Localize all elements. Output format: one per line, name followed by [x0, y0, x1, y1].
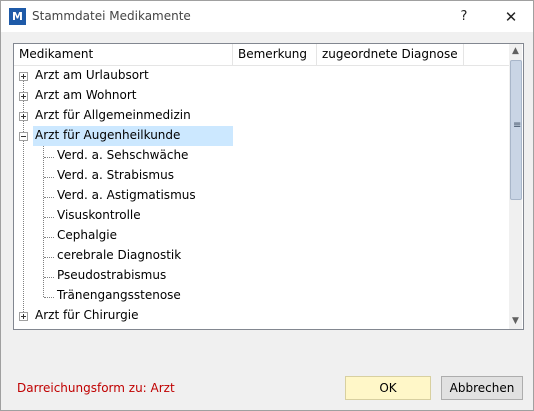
- tree-node-label: Verd. a. Strabismus: [57, 168, 174, 182]
- expand-plus-icon[interactable]: [19, 72, 28, 81]
- tree-node-label: Pseudostrabismus: [57, 268, 167, 282]
- tree-node-label: Tränengangsstenose: [57, 288, 181, 302]
- cancel-button[interactable]: Abbrechen: [441, 376, 523, 400]
- expand-plus-icon[interactable]: [19, 92, 28, 101]
- tree-node-label: Visuskontrolle: [57, 208, 141, 222]
- dialog-window: M Stammdatei Medikamente ? ✕ Medikament …: [0, 0, 534, 411]
- tree-node-label: Arzt für Allgemeinmedizin: [35, 108, 191, 122]
- tree-line: [44, 177, 54, 178]
- tree-node-label: Arzt am Wohnort: [35, 88, 137, 102]
- ok-button[interactable]: OK: [345, 376, 431, 400]
- tree-line: [43, 145, 44, 297]
- column-header-diagnose[interactable]: zugeordnete Diagnose: [317, 44, 464, 65]
- status-message: Darreichungsform zu: Arzt: [17, 381, 175, 395]
- tree-line: [44, 257, 54, 258]
- tree-node-label: Arzt für Chirurgie: [35, 308, 139, 322]
- tree-node-label: Arzt für Augenheilkunde: [35, 128, 181, 142]
- scroll-grip-icon: ≡: [513, 120, 522, 131]
- tree-node-arzt-wohnort[interactable]: Arzt am Wohnort: [14, 86, 234, 106]
- tree-node-cephalgie[interactable]: Cephalgie: [55, 226, 119, 246]
- close-button[interactable]: ✕: [496, 5, 526, 29]
- column-header-medikament[interactable]: Medikament: [14, 44, 233, 65]
- tree-node-astigmatismus[interactable]: Verd. a. Astigmatismus: [55, 186, 198, 206]
- expand-plus-icon[interactable]: [19, 312, 28, 321]
- tree-line: [44, 217, 54, 218]
- tree-node-label: Verd. a. Astigmatismus: [57, 188, 196, 202]
- tree-node-label: Arzt am Urlaubsort: [35, 68, 149, 82]
- title-bar: M Stammdatei Medikamente ? ✕: [1, 1, 533, 32]
- tree-node-arzt-allgemeinmedizin[interactable]: Arzt für Allgemeinmedizin: [14, 106, 234, 126]
- app-logo-icon: M: [9, 8, 26, 25]
- vertical-scrollbar[interactable]: ▲ ≡ ▼: [509, 44, 522, 329]
- tree-node-label: Cephalgie: [57, 228, 118, 242]
- tree-node-pseudostrabismus[interactable]: Pseudostrabismus: [55, 266, 168, 286]
- tree-header: Medikament Bemerkung zugeordnete Diagnos…: [14, 44, 509, 66]
- tree-line: [44, 197, 54, 198]
- tree-node-sehschwaeche[interactable]: Verd. a. Sehschwäche: [55, 146, 190, 166]
- collapse-minus-icon[interactable]: [19, 132, 28, 141]
- tree-node-label: Verd. a. Sehschwäche: [57, 148, 189, 162]
- scroll-down-icon[interactable]: ▼: [509, 314, 522, 329]
- window-title: Stammdatei Medikamente: [32, 9, 191, 23]
- medication-tree[interactable]: Medikament Bemerkung zugeordnete Diagnos…: [13, 43, 524, 330]
- tree-node-cerebrale-diagnostik[interactable]: cerebrale Diagnostik: [55, 246, 183, 266]
- scroll-up-icon[interactable]: ▲: [509, 44, 522, 59]
- tree-node-visuskontrolle[interactable]: Visuskontrolle: [55, 206, 143, 226]
- tree-line: [44, 277, 54, 278]
- expand-plus-icon[interactable]: [19, 112, 28, 121]
- tree-node-arzt-chirurgie[interactable]: Arzt für Chirurgie: [14, 306, 234, 326]
- tree-node-arzt-augenheilkunde[interactable]: Arzt für Augenheilkunde: [14, 126, 234, 146]
- tree-node-label: cerebrale Diagnostik: [57, 248, 182, 262]
- tree-node-arzt-urlaubsort[interactable]: Arzt am Urlaubsort: [14, 66, 234, 86]
- help-button[interactable]: ?: [449, 5, 479, 29]
- tree-line: [44, 297, 54, 298]
- scrollbar-thumb[interactable]: ≡: [510, 60, 522, 200]
- tree-node-traenengangsstenose[interactable]: Tränengangsstenose: [55, 286, 183, 306]
- tree-line: [44, 237, 54, 238]
- column-header-bemerkung[interactable]: Bemerkung: [233, 44, 317, 65]
- tree-node-strabismus[interactable]: Verd. a. Strabismus: [55, 166, 176, 186]
- tree-line: [44, 157, 54, 158]
